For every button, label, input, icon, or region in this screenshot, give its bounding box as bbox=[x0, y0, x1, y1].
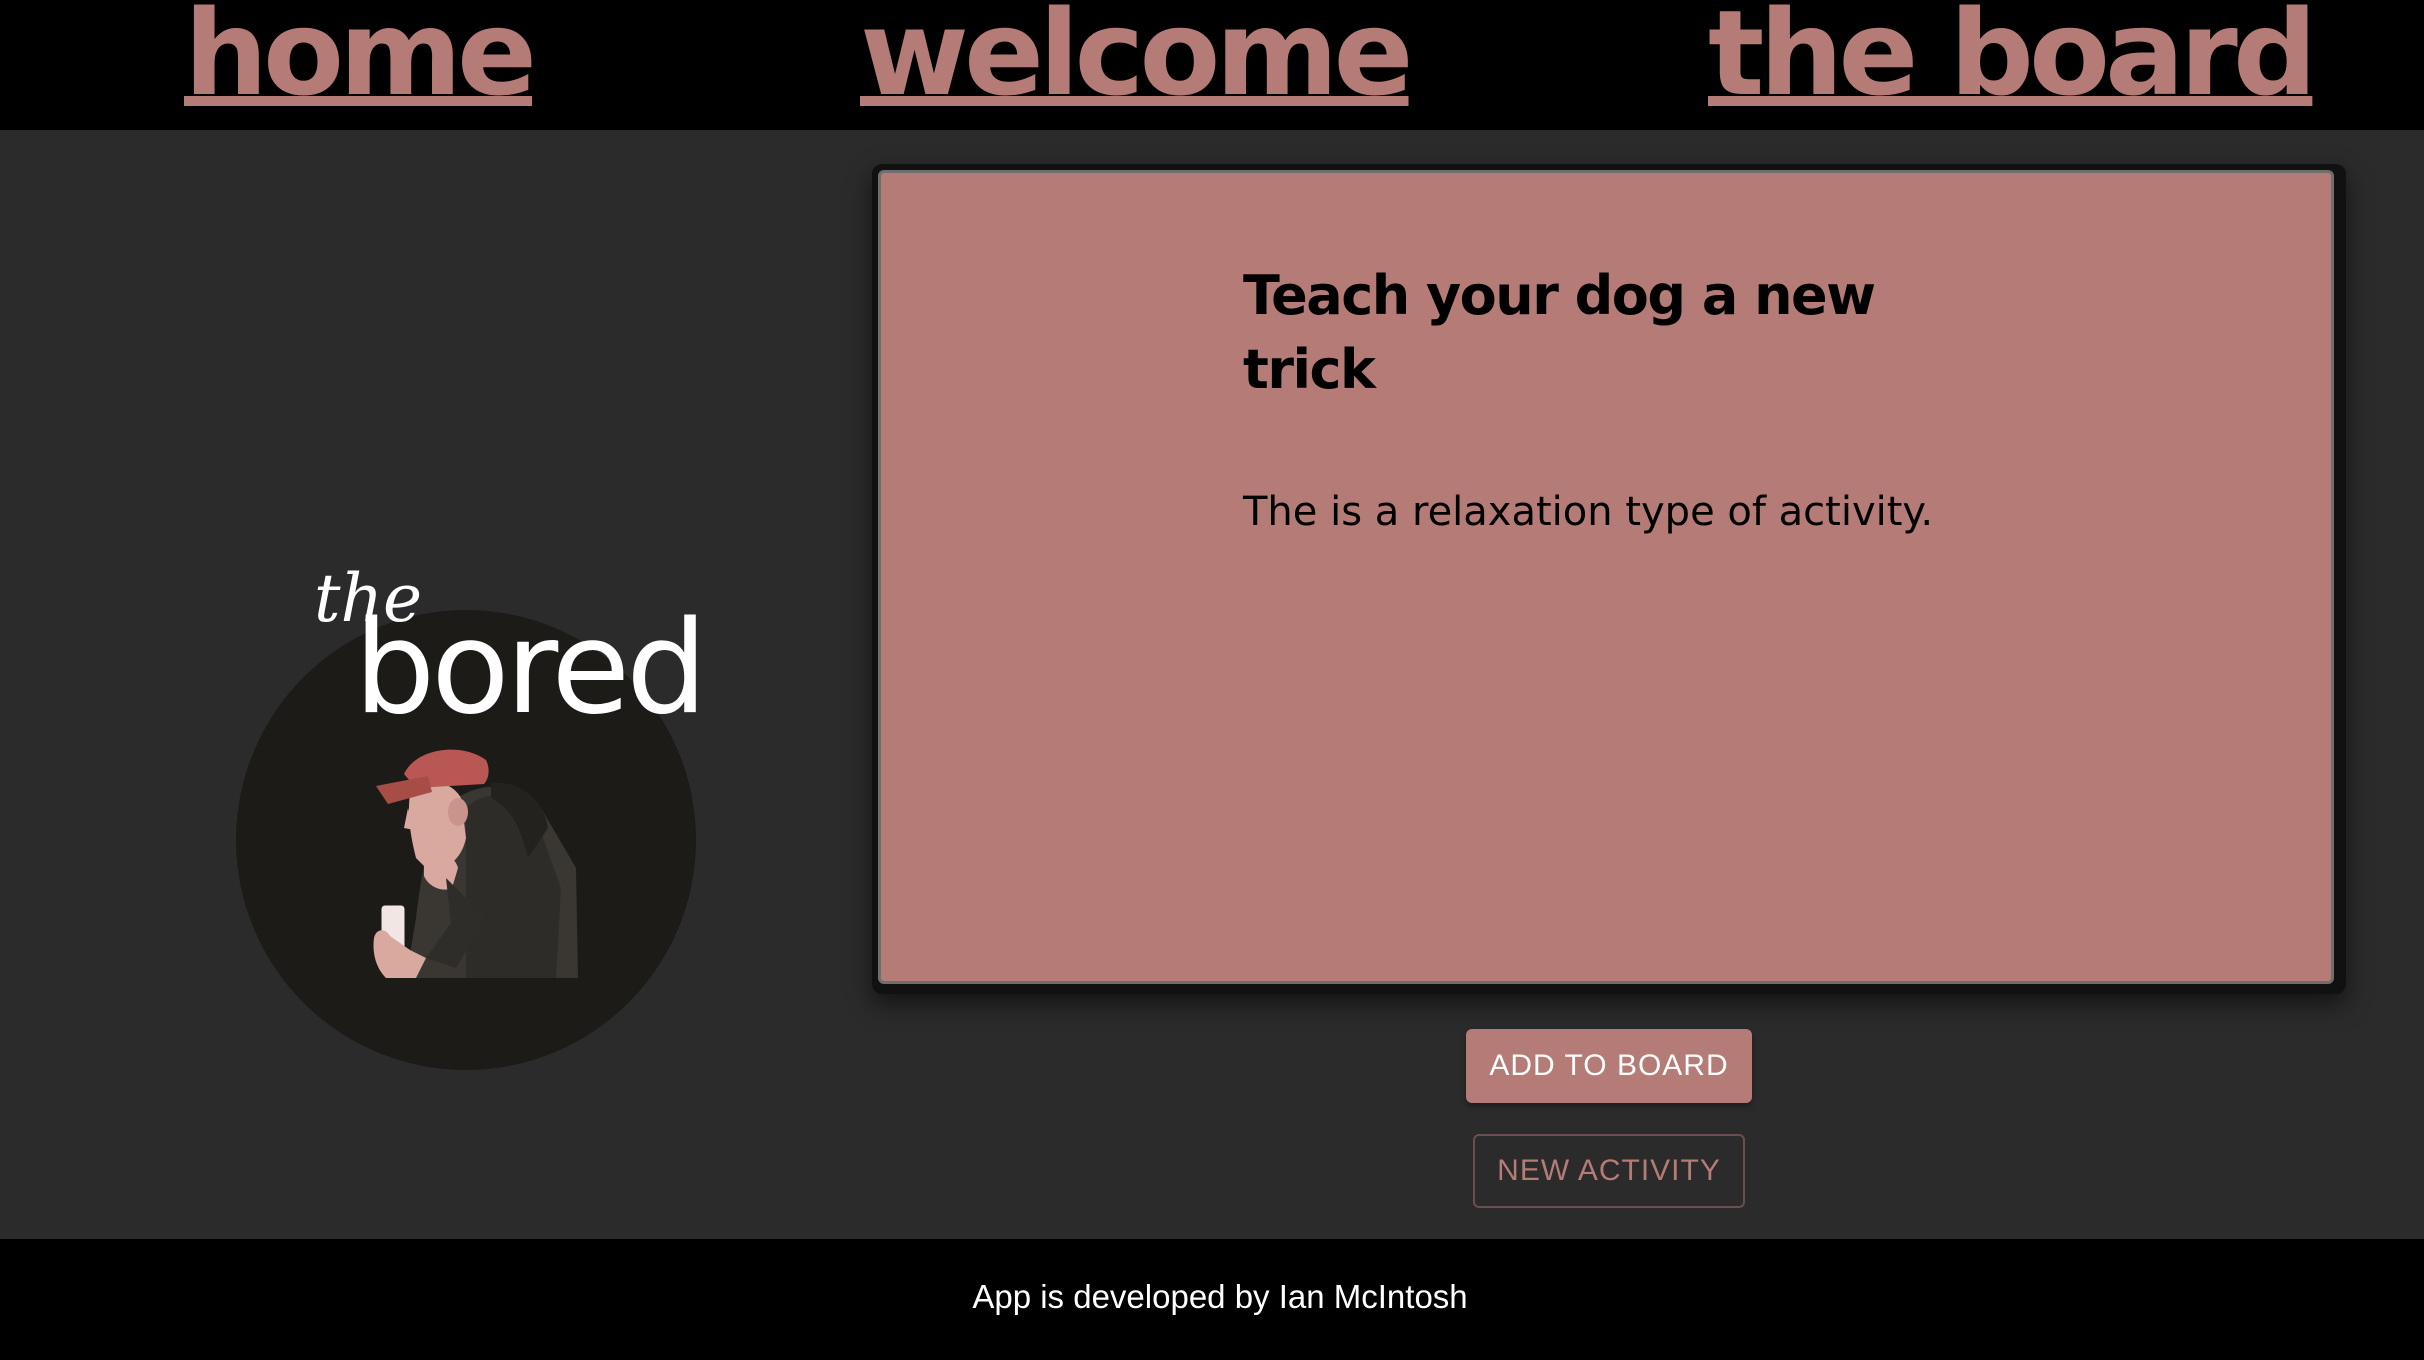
activity-type-text: The is a relaxation type of activity. bbox=[1243, 489, 1934, 535]
app-logo: the bored bbox=[236, 440, 707, 1070]
activity-card: Teach your dog a new trick The is a rela… bbox=[878, 170, 2334, 984]
activity-card-frame: Teach your dog a new trick The is a rela… bbox=[872, 164, 2346, 994]
nav-link-the-board[interactable]: the board bbox=[1708, 0, 2317, 122]
nav-link-home[interactable]: home bbox=[184, 0, 537, 122]
page-footer: App is developed by Ian McIntosh bbox=[0, 1239, 2424, 1360]
top-nav: home welcome the board bbox=[0, 0, 2424, 130]
add-to-board-button[interactable]: ADD TO BOARD bbox=[1466, 1029, 1752, 1103]
activity-title: Teach your dog a new trick bbox=[1243, 264, 1876, 401]
main-content: the bored Teach your dog a new trick The… bbox=[0, 130, 2424, 1239]
new-activity-button[interactable]: NEW ACTIVITY bbox=[1473, 1134, 1745, 1208]
footer-credit: App is developed by Ian McIntosh bbox=[972, 1278, 1468, 1315]
logo-word-bored: bored bbox=[354, 594, 707, 743]
app-root: home welcome the board the bored Teach y… bbox=[0, 0, 2424, 1360]
nav-link-welcome[interactable]: welcome bbox=[860, 0, 1413, 122]
